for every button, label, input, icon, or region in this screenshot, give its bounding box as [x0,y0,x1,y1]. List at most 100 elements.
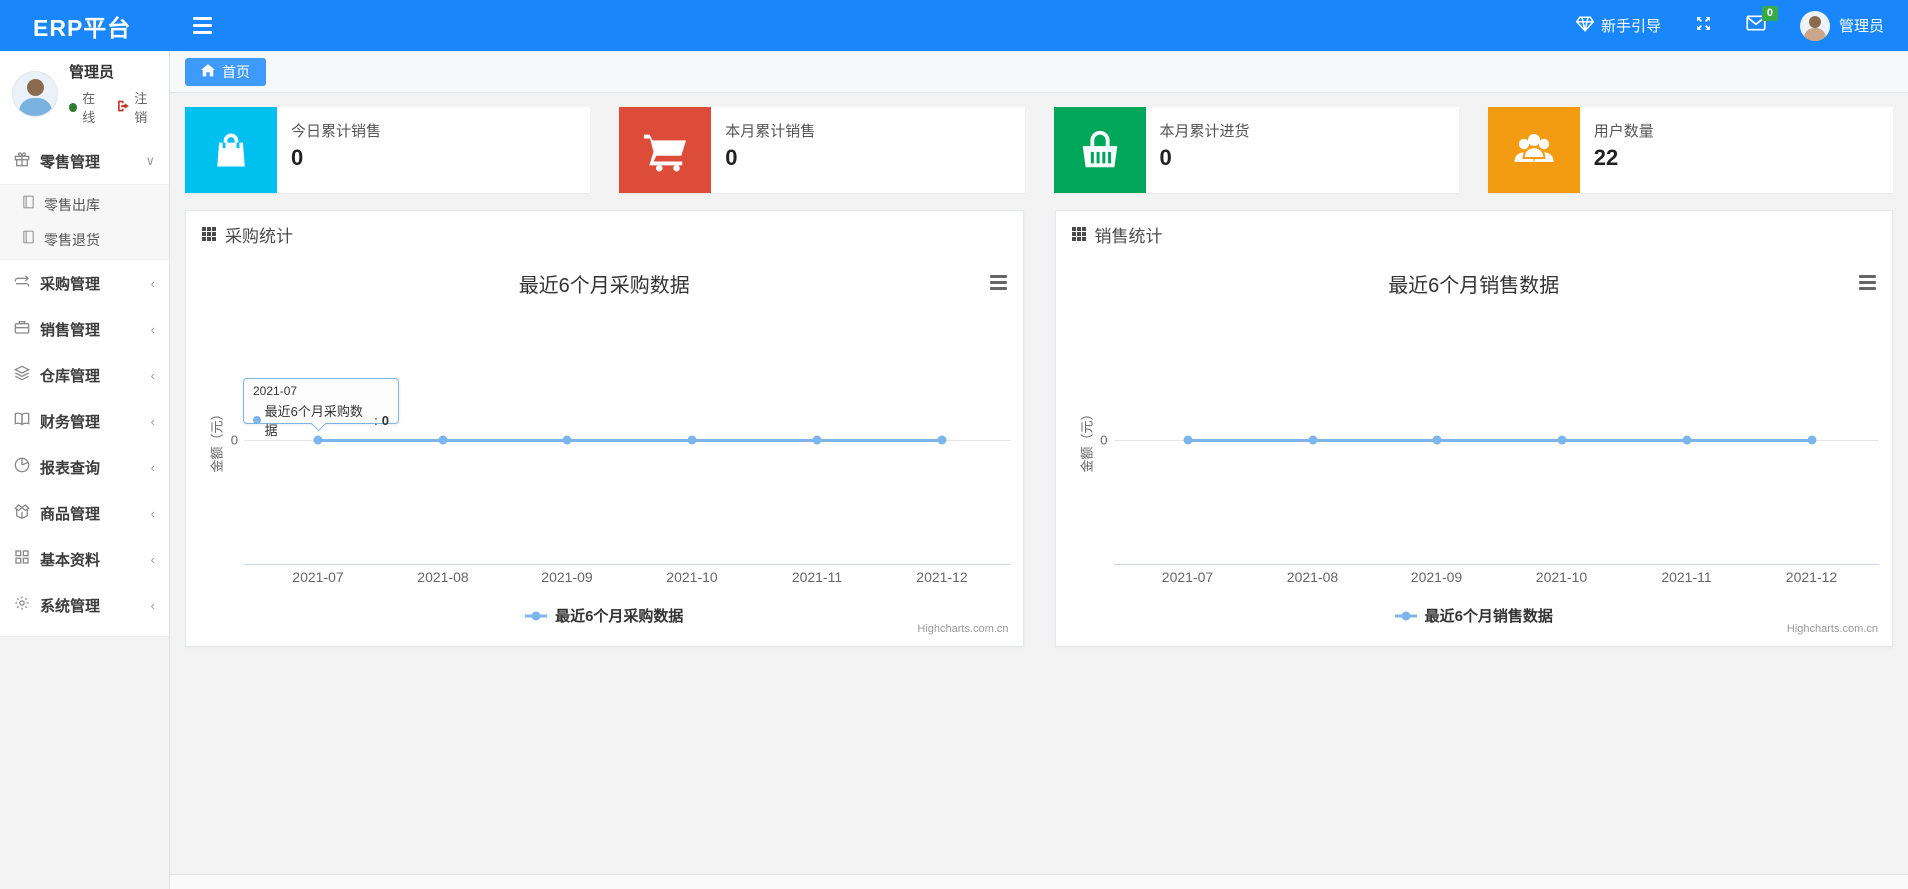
highcharts-credits-link[interactable]: Highcharts.com.cn [1787,623,1878,635]
data-point[interactable] [1183,435,1192,445]
stat-card-title: 本月累计销售 [725,123,816,140]
stat-card-title: 今日累计销售 [291,123,382,140]
panel-title: 采购统计 [225,226,293,246]
tooltip-value: 0 [381,412,389,428]
stat-card-today-sales[interactable]: 今日累计销售 0 [185,107,591,193]
x-axis-label: 2021-09 [541,569,593,585]
logout-link[interactable]: 注销 [117,88,157,126]
x-axis-label: 2021-07 [292,569,344,585]
online-status-label: 在线 [82,91,96,125]
user-menu[interactable]: 管理员 [1799,10,1884,41]
sidebar: 管理员 在线 注销 零售管理 ∨ 零售出库 零售退货 采购管理 ‹ 销售管理 ‹… [0,51,170,889]
beginner-guide-link[interactable]: 新手引导 [1575,15,1661,36]
x-axis-label: 2021-07 [1161,569,1214,585]
footer-bar [170,874,1908,889]
sidebar-item-label: 基本资料 [40,551,101,569]
data-point[interactable] [1557,435,1566,445]
legend-marker-icon [525,611,548,620]
sidebar-item-finance[interactable]: 财务管理 ‹ [0,398,169,444]
sidebar-item-label: 报表查询 [40,459,101,477]
package-icon [14,503,30,524]
data-point[interactable] [1682,435,1691,445]
legend-item[interactable]: 最近6个月采购数据 [186,605,1023,626]
message-count-badge: 0 [1761,6,1778,21]
chevron-left-icon: ‹ [150,551,155,567]
sidebar-item-warehouse[interactable]: 仓库管理 ‹ [0,352,169,398]
tab-home-label: 首页 [222,63,250,80]
stat-card-value: 0 [1159,145,1172,170]
chevron-left-icon: ‹ [150,459,155,475]
sidebar-item-purchase[interactable]: 采购管理 ‹ [0,260,169,306]
x-axis-label: 2021-10 [666,569,718,585]
tooltip-series-label: 最近6个月采购数据 [264,404,363,438]
x-axis-label: 2021-08 [417,569,469,585]
stat-card-value: 0 [291,145,304,170]
erp-dashboard: ERP平台 新手引导 0 管理员 管理员 在线 注销 零售管理 ∨ 零售出库 零… [0,0,1908,889]
y-axis-tick: 0 [1100,432,1108,448]
sidebar-item-retail[interactable]: 零售管理 ∨ [0,138,169,184]
series-line [1187,439,1812,442]
data-point[interactable] [937,435,947,445]
sidebar-item-products[interactable]: 商品管理 ‹ [0,490,169,536]
sales-line-chart: 最近6个月销售数据 金额（元） 0 2021-07 2021-08 2021-0… [1056,257,1893,646]
x-axis-label: 2021-09 [1410,569,1463,585]
sidebar-item-retail-outbound[interactable]: 零售出库 [0,187,169,222]
legend-item[interactable]: 最近6个月销售数据 [1056,605,1893,626]
sidebar-item-label: 采购管理 [40,275,101,293]
sidebar-user-panel: 管理员 在线 注销 [0,51,169,138]
sidebar-item-reports[interactable]: 报表查询 ‹ [0,444,169,490]
shopping-bag-icon [185,107,277,193]
sidebar-item-system[interactable]: 系统管理 ‹ [0,582,169,628]
highcharts-credits-link[interactable]: Highcharts.com.cn [917,623,1008,635]
home-icon [201,63,215,80]
stat-card-month-purchase[interactable]: 本月累计进货 0 [1053,107,1459,193]
stat-cards-row: 今日累计销售 0 本月累计销售 0 本月累计进货 0 用户数量 22 [185,107,1893,193]
sidebar-item-label: 零售退货 [44,231,100,248]
data-point[interactable] [812,435,822,445]
app-title: ERP平台 [33,14,132,41]
x-axis-label: 2021-12 [916,569,968,585]
x-axis-label: 2021-11 [1661,569,1712,585]
avatar [12,70,58,117]
data-point[interactable] [1432,435,1441,445]
sidebar-item-retail-return[interactable]: 零售退货 [0,222,169,257]
sidebar-user-name: 管理员 [69,64,115,81]
panel-sales-stats: 销售统计 最近6个月销售数据 金额（元） 0 2021-07 2021-08 2… [1054,210,1893,647]
tab-home[interactable]: 首页 [185,57,266,86]
chart-title: 最近6个月采购数据 [518,275,690,297]
sidebar-item-label: 销售管理 [40,321,101,339]
chevron-left-icon: ‹ [150,321,155,337]
data-point[interactable] [562,435,572,445]
chevron-left-icon: ‹ [150,367,155,383]
basket-icon [1053,107,1146,193]
messages-button[interactable]: 0 [1746,6,1778,36]
series-line [318,439,942,442]
fullscreen-button[interactable] [1695,15,1712,37]
data-point[interactable] [438,435,448,445]
briefcase-icon [14,319,30,340]
expand-icon [1695,15,1712,37]
data-point[interactable] [687,435,697,445]
stat-card-month-sales[interactable]: 本月累计销售 0 [619,107,1025,193]
table-grid-icon [1071,227,1086,241]
user-menu-label: 管理员 [1838,18,1884,35]
sidebar-menu: 零售管理 ∨ 零售出库 零售退货 采购管理 ‹ 销售管理 ‹ 仓库管理 ‹ 财务… [0,138,169,628]
layers-icon [13,365,31,386]
avatar [1799,10,1830,41]
chart-export-menu-button[interactable] [1859,275,1876,290]
sidebar-toggle-button[interactable] [193,17,213,34]
main-content: 首页 今日累计销售 0 本月累计销售 0 本月累计进货 0 用户数量 22 采购… [170,51,1908,889]
chart-export-menu-button[interactable] [989,275,1007,290]
sidebar-item-sales[interactable]: 销售管理 ‹ [0,306,169,352]
panel-title: 销售统计 [1094,226,1163,246]
data-point[interactable] [1308,435,1317,445]
data-point[interactable] [1807,435,1816,445]
x-axis-label: 2021-10 [1535,569,1588,585]
chart-title: 最近6个月销售数据 [1388,275,1560,297]
sidebar-item-basic-data[interactable]: 基本资料 ‹ [0,536,169,582]
purchase-line-chart: 最近6个月采购数据 金额（元） 0 2021-07 2021-08 2021-0… [186,257,1023,646]
chevron-down-icon: ∨ [145,153,155,168]
x-axis-line [1113,564,1879,565]
sidebar-item-label: 财务管理 [40,413,101,431]
stat-card-user-count[interactable]: 用户数量 22 [1487,107,1893,193]
